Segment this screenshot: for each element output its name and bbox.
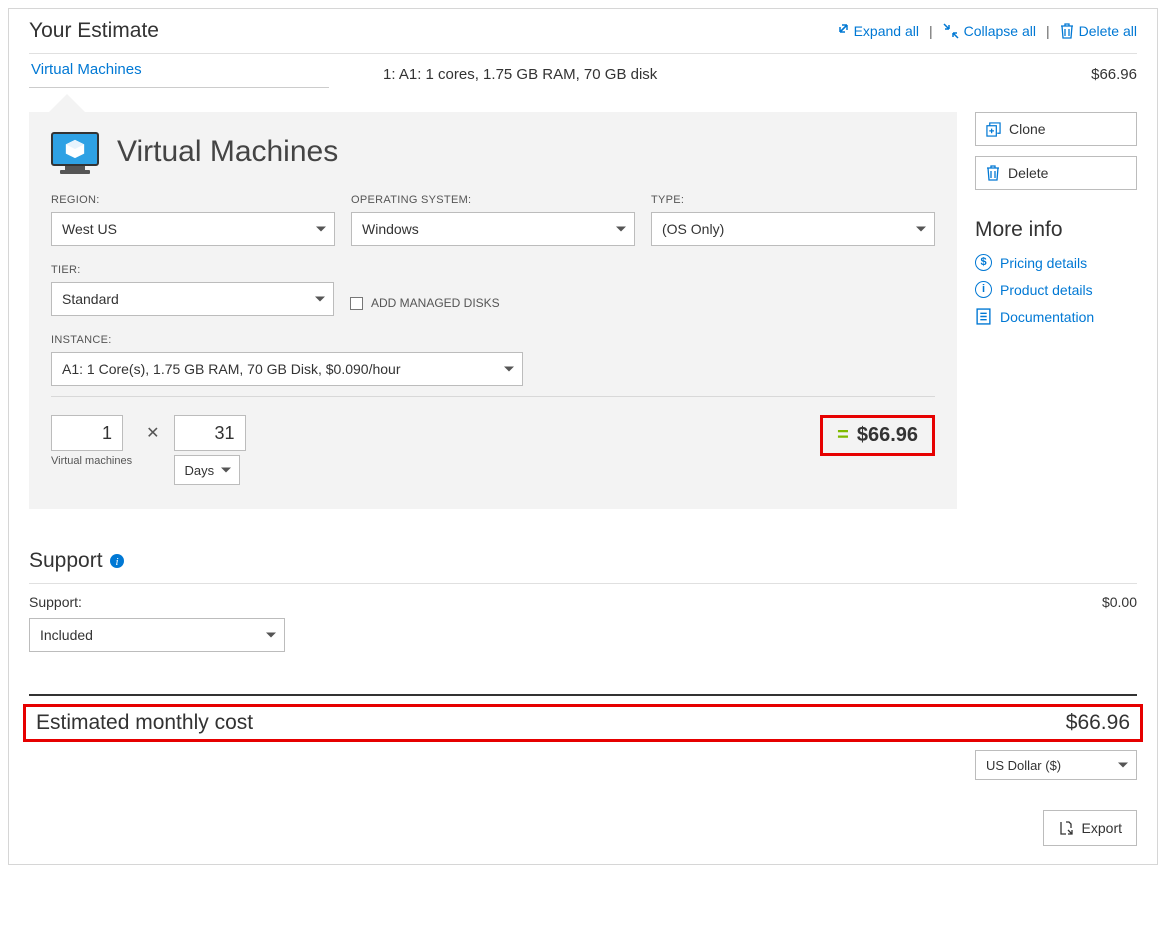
chevron-down-icon bbox=[1118, 763, 1128, 768]
os-select[interactable]: Windows bbox=[351, 212, 635, 246]
pricing-details-link[interactable]: $ Pricing details bbox=[975, 254, 1137, 271]
subtotal-box: = $66.96 bbox=[820, 415, 935, 456]
total-label: Estimated monthly cost bbox=[36, 711, 253, 735]
collapse-all-link[interactable]: Collapse all bbox=[943, 23, 1036, 39]
managed-disks-label: ADD MANAGED DISKS bbox=[371, 296, 500, 310]
equals-icon: = bbox=[837, 424, 849, 447]
vm-monitor-icon bbox=[51, 132, 99, 172]
card-pointer bbox=[49, 94, 85, 112]
subtotal-value: $66.96 bbox=[857, 424, 918, 447]
support-label: Support: bbox=[29, 594, 82, 610]
support-cost: $0.00 bbox=[1102, 594, 1137, 610]
vm-card: Virtual Machines REGION: West US OPERATI… bbox=[29, 112, 957, 509]
clone-button[interactable]: Clone bbox=[975, 112, 1137, 146]
info-filled-icon[interactable]: i bbox=[109, 553, 125, 569]
product-details-link[interactable]: i Product details bbox=[975, 281, 1137, 298]
export-button[interactable]: Export bbox=[1043, 810, 1137, 846]
managed-disks-checkbox[interactable] bbox=[350, 297, 363, 310]
dollar-icon: $ bbox=[975, 254, 992, 271]
documentation-link[interactable]: Documentation bbox=[975, 308, 1137, 325]
chevron-down-icon bbox=[316, 227, 326, 232]
info-icon: i bbox=[975, 281, 992, 298]
region-select[interactable]: West US bbox=[51, 212, 335, 246]
managed-disks-checkbox-row[interactable]: ADD MANAGED DISKS bbox=[350, 290, 500, 316]
total-row: Estimated monthly cost $66.96 bbox=[23, 704, 1143, 742]
estimate-item-description: 1: A1: 1 cores, 1.75 GB RAM, 70 GB disk bbox=[383, 66, 657, 83]
os-label: OPERATING SYSTEM: bbox=[351, 194, 635, 206]
separator: | bbox=[1046, 23, 1050, 39]
vm-count-label: Virtual machines bbox=[51, 455, 132, 467]
clone-icon bbox=[986, 122, 1001, 137]
chevron-down-icon bbox=[616, 227, 626, 232]
chevron-down-icon bbox=[221, 468, 231, 473]
multiply-icon: ✕ bbox=[146, 423, 159, 443]
estimate-item-name[interactable] bbox=[29, 60, 329, 88]
svg-text:i: i bbox=[115, 556, 118, 568]
doc-icon bbox=[975, 308, 992, 325]
type-select[interactable]: (OS Only) bbox=[651, 212, 935, 246]
chevron-down-icon bbox=[266, 633, 276, 638]
instance-select[interactable]: A1: 1 Core(s), 1.75 GB RAM, 70 GB Disk, … bbox=[51, 352, 523, 386]
estimate-item-name-input[interactable] bbox=[29, 60, 329, 79]
collapse-icon bbox=[943, 23, 959, 39]
chevron-down-icon bbox=[315, 297, 325, 302]
vm-count-input[interactable]: 1 bbox=[51, 415, 123, 451]
card-title: Virtual Machines bbox=[117, 135, 338, 169]
duration-unit-select[interactable]: Days bbox=[174, 455, 240, 485]
support-heading: Support bbox=[29, 549, 103, 573]
currency-select[interactable]: US Dollar ($) bbox=[975, 750, 1137, 780]
expand-all-link[interactable]: Expand all bbox=[833, 23, 919, 39]
tier-label: TIER: bbox=[51, 264, 334, 276]
support-select[interactable]: Included bbox=[29, 618, 285, 652]
trash-icon bbox=[1060, 23, 1074, 39]
export-icon bbox=[1058, 820, 1074, 836]
trash-icon bbox=[986, 165, 1000, 181]
total-cost: $66.96 bbox=[1066, 711, 1130, 735]
estimate-item-cost: $66.96 bbox=[1091, 66, 1137, 83]
chevron-down-icon bbox=[916, 227, 926, 232]
delete-all-link[interactable]: Delete all bbox=[1060, 23, 1137, 39]
duration-input[interactable]: 31 bbox=[174, 415, 246, 451]
region-label: REGION: bbox=[51, 194, 335, 206]
more-info-heading: More info bbox=[975, 218, 1137, 242]
separator: | bbox=[929, 23, 933, 39]
chevron-down-icon bbox=[504, 367, 514, 372]
page-title: Your Estimate bbox=[29, 19, 833, 43]
delete-button[interactable]: Delete bbox=[975, 156, 1137, 190]
tier-select[interactable]: Standard bbox=[51, 282, 334, 316]
type-label: TYPE: bbox=[651, 194, 935, 206]
expand-icon bbox=[833, 23, 849, 39]
instance-label: INSTANCE: bbox=[51, 334, 935, 346]
